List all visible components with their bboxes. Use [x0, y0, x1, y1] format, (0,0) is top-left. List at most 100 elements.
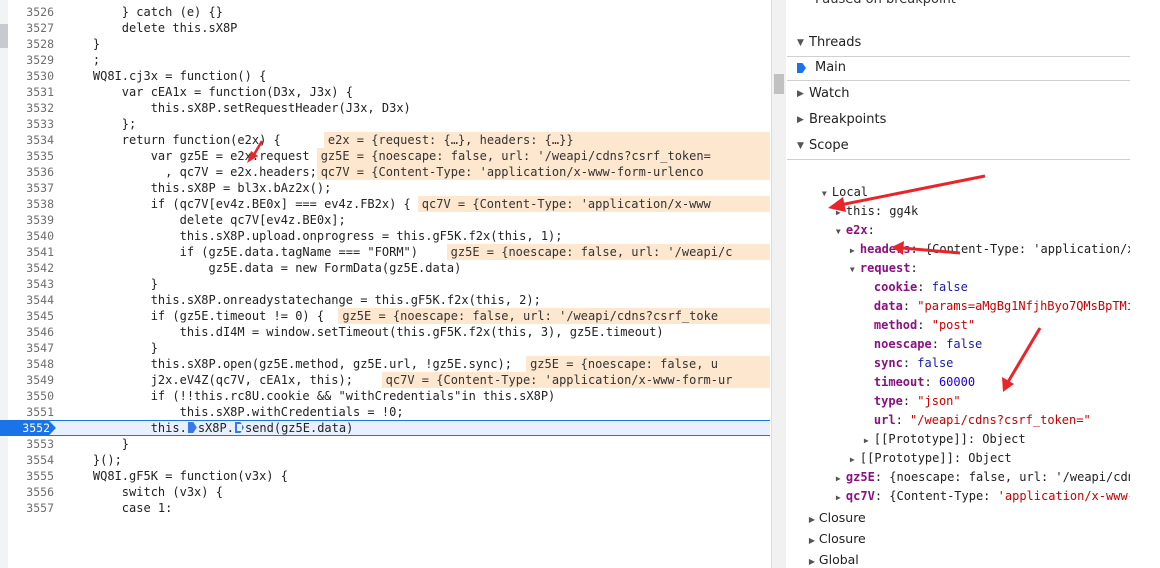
code-line[interactable]: 3527 delete this.sX8P	[0, 20, 770, 36]
code-text: }	[64, 277, 158, 291]
line-number[interactable]: 3532	[10, 100, 54, 116]
code-line[interactable]: 3544 this.sX8P.onreadystatechange = this…	[0, 292, 770, 308]
code-line[interactable]: 3542 gz5E.data = new FormData(gz5E.data)	[0, 260, 770, 276]
code-text: gz5E.data = new FormData(gz5E.data)	[64, 261, 462, 275]
scope-closure-1[interactable]: ▶ Closure	[793, 489, 866, 525]
line-number[interactable]: 3554	[10, 452, 54, 468]
collapsed-triangle-icon: ▶	[808, 557, 816, 566]
code-line[interactable]: 3557 case 1:	[0, 500, 770, 516]
line-number[interactable]: 3540	[10, 228, 54, 244]
prop-noescape: noescape: false	[873, 337, 983, 351]
code-line[interactable]: 3530 WQ8I.cj3x = function() {	[0, 68, 770, 84]
line-number[interactable]: 3553	[10, 436, 54, 452]
scope-global[interactable]: ▶ Global	[793, 531, 859, 567]
scope-qc7v[interactable]: ▶ qc7V: {Content-Type: 'application/x-www…	[807, 468, 1130, 503]
line-number[interactable]: 3544	[10, 292, 54, 308]
code-text: this.sX8P.setRequestHeader(J3x, D3x)	[64, 101, 411, 115]
debugger-sidebar: Paused on breakpoint ▼ Threads Main ▶ Wa…	[787, 0, 1130, 568]
threads-section-header[interactable]: ▼ Threads	[787, 30, 1130, 57]
line-number[interactable]: 3526	[10, 4, 54, 20]
line-number[interactable]: 3551	[10, 404, 54, 420]
code-line[interactable]: 3556 switch (v3x) {	[0, 484, 770, 500]
code-line[interactable]: 3526 } catch (e) {}	[0, 4, 770, 20]
line-number[interactable]: 3552	[0, 421, 56, 435]
code-text: }	[64, 437, 130, 451]
line-number[interactable]: 3537	[10, 180, 54, 196]
line-number[interactable]: 3538	[10, 196, 54, 212]
code-text: }();	[64, 453, 122, 467]
line-number[interactable]: 3546	[10, 324, 54, 340]
scope-label: Scope	[809, 138, 849, 153]
line-number[interactable]: 3556	[10, 484, 54, 500]
breakpoints-section-header[interactable]: ▶ Breakpoints	[787, 107, 1130, 134]
watch-section-header[interactable]: ▶ Watch	[787, 81, 1130, 108]
line-number[interactable]: 3555	[10, 468, 54, 484]
code-editor[interactable]: 3526 } catch (e) {} 3527 delete this.sX8P…	[0, 0, 770, 568]
code-line[interactable]: 3543 }	[0, 276, 770, 292]
code-line[interactable]: 3540 this.sX8P.upload.onprogress = this.…	[0, 228, 770, 244]
current-execution-line[interactable]: 3552 this. sX8P. send(gz5E.data)	[0, 420, 770, 436]
line-number[interactable]: 3531	[10, 84, 54, 100]
request-prototype[interactable]: ▶ [[Prototype]]: Object	[835, 411, 1026, 446]
line-number[interactable]: 3530	[10, 68, 54, 84]
editor-scrollbar-thumb[interactable]	[774, 74, 784, 94]
line-number[interactable]: 3547	[10, 340, 54, 356]
line-number[interactable]: 3533	[10, 116, 54, 132]
prop-url: url: "/weapi/cdns?csrf_token="	[873, 413, 1091, 427]
scope-gz5e[interactable]: ▶ gz5E: {noescape: false, url: '/weapi/cd…	[807, 449, 1130, 484]
line-number[interactable]: 3527	[10, 20, 54, 36]
scope-section-header[interactable]: ▼ Scope	[787, 133, 1130, 160]
scope-request[interactable]: ▼ request:	[821, 240, 918, 275]
scope-closure-2[interactable]: ▶ Closure	[793, 510, 866, 546]
code-line[interactable]: 3531 var cEA1x = function(D3x, J3x) {	[0, 84, 770, 100]
code-line[interactable]: 3537 this.sX8P = bl3x.bAz2x();	[0, 180, 770, 196]
inline-value-hint: gz5E = {noescape: false, url: '/weapi/cd…	[338, 308, 770, 324]
inline-value-hint: qc7V = {Content-Type: 'application/x-www	[417, 196, 770, 212]
line-number[interactable]: 3535	[10, 148, 54, 164]
line-number[interactable]: 3541	[10, 244, 54, 260]
e2x-prototype[interactable]: ▶ [[Prototype]]: Object	[821, 430, 1012, 465]
scope-this[interactable]: ▶ this: gg4k	[807, 183, 918, 218]
code-text: if (gz5E.timeout != 0) {	[64, 309, 325, 323]
scope-local[interactable]: ▼ Local	[793, 164, 868, 199]
code-line[interactable]: 3551 this.sX8P.withCredentials = !0;	[0, 404, 770, 420]
prop-cookie: cookie: false	[873, 280, 968, 294]
code-line[interactable]: 3546 this.dI4M = window.setTimeout(this.…	[0, 324, 770, 340]
code-line[interactable]: 3529 ;	[0, 52, 770, 68]
code-text: this.dI4M = window.setTimeout(this.gF5K.…	[64, 325, 664, 339]
code-text: , qc7V = e2x.headers;	[64, 165, 317, 179]
line-number[interactable]: 3557	[10, 500, 54, 516]
code-text: this.sX8P.open(gz5E.method, gz5E.url, !g…	[64, 357, 512, 371]
code-line[interactable]: 3533 };	[0, 116, 770, 132]
inline-breakpoint-icon[interactable]	[234, 422, 244, 433]
code-text: this.	[64, 421, 187, 435]
code-line[interactable]: 3539 delete qc7V[ev4z.BE0x];	[0, 212, 770, 228]
sidebar-gutter	[1130, 0, 1160, 568]
code-line[interactable]: 3554 }();	[0, 452, 770, 468]
code-line[interactable]: 3550 if (!!this.rc8U.cookie && "withCred…	[0, 388, 770, 404]
code-line[interactable]: 3553 }	[0, 436, 770, 452]
line-number[interactable]: 3548	[10, 356, 54, 372]
thread-main[interactable]: Main	[787, 56, 1130, 81]
code-text: sX8P.	[197, 421, 234, 435]
code-line[interactable]: 3547 }	[0, 340, 770, 356]
line-number[interactable]: 3539	[10, 212, 54, 228]
line-number[interactable]: 3543	[10, 276, 54, 292]
line-number[interactable]: 3550	[10, 388, 54, 404]
expanded-triangle-icon: ▼	[797, 141, 804, 151]
line-number[interactable]: 3534	[10, 132, 54, 148]
code-line[interactable]: 3555 WQ8I.gF5K = function(v3x) {	[0, 468, 770, 484]
line-number[interactable]: 3529	[10, 52, 54, 68]
scope-headers[interactable]: ▶ headers: {Content-Type: 'application/x	[821, 221, 1130, 256]
line-number[interactable]: 3536	[10, 164, 54, 180]
scope-e2x[interactable]: ▼ e2x:	[807, 202, 875, 237]
line-number[interactable]: 3549	[10, 372, 54, 388]
code-text: } catch (e) {}	[64, 5, 223, 19]
inline-value-hint: gz5E = {noescape: false, url: '/weapi/cd…	[316, 148, 770, 164]
code-line[interactable]: 3528 }	[0, 36, 770, 52]
inline-breakpoint-icon[interactable]	[187, 422, 197, 433]
line-number[interactable]: 3528	[10, 36, 54, 52]
line-number[interactable]: 3542	[10, 260, 54, 276]
code-line[interactable]: 3532 this.sX8P.setRequestHeader(J3x, D3x…	[0, 100, 770, 116]
line-number[interactable]: 3545	[10, 308, 54, 324]
